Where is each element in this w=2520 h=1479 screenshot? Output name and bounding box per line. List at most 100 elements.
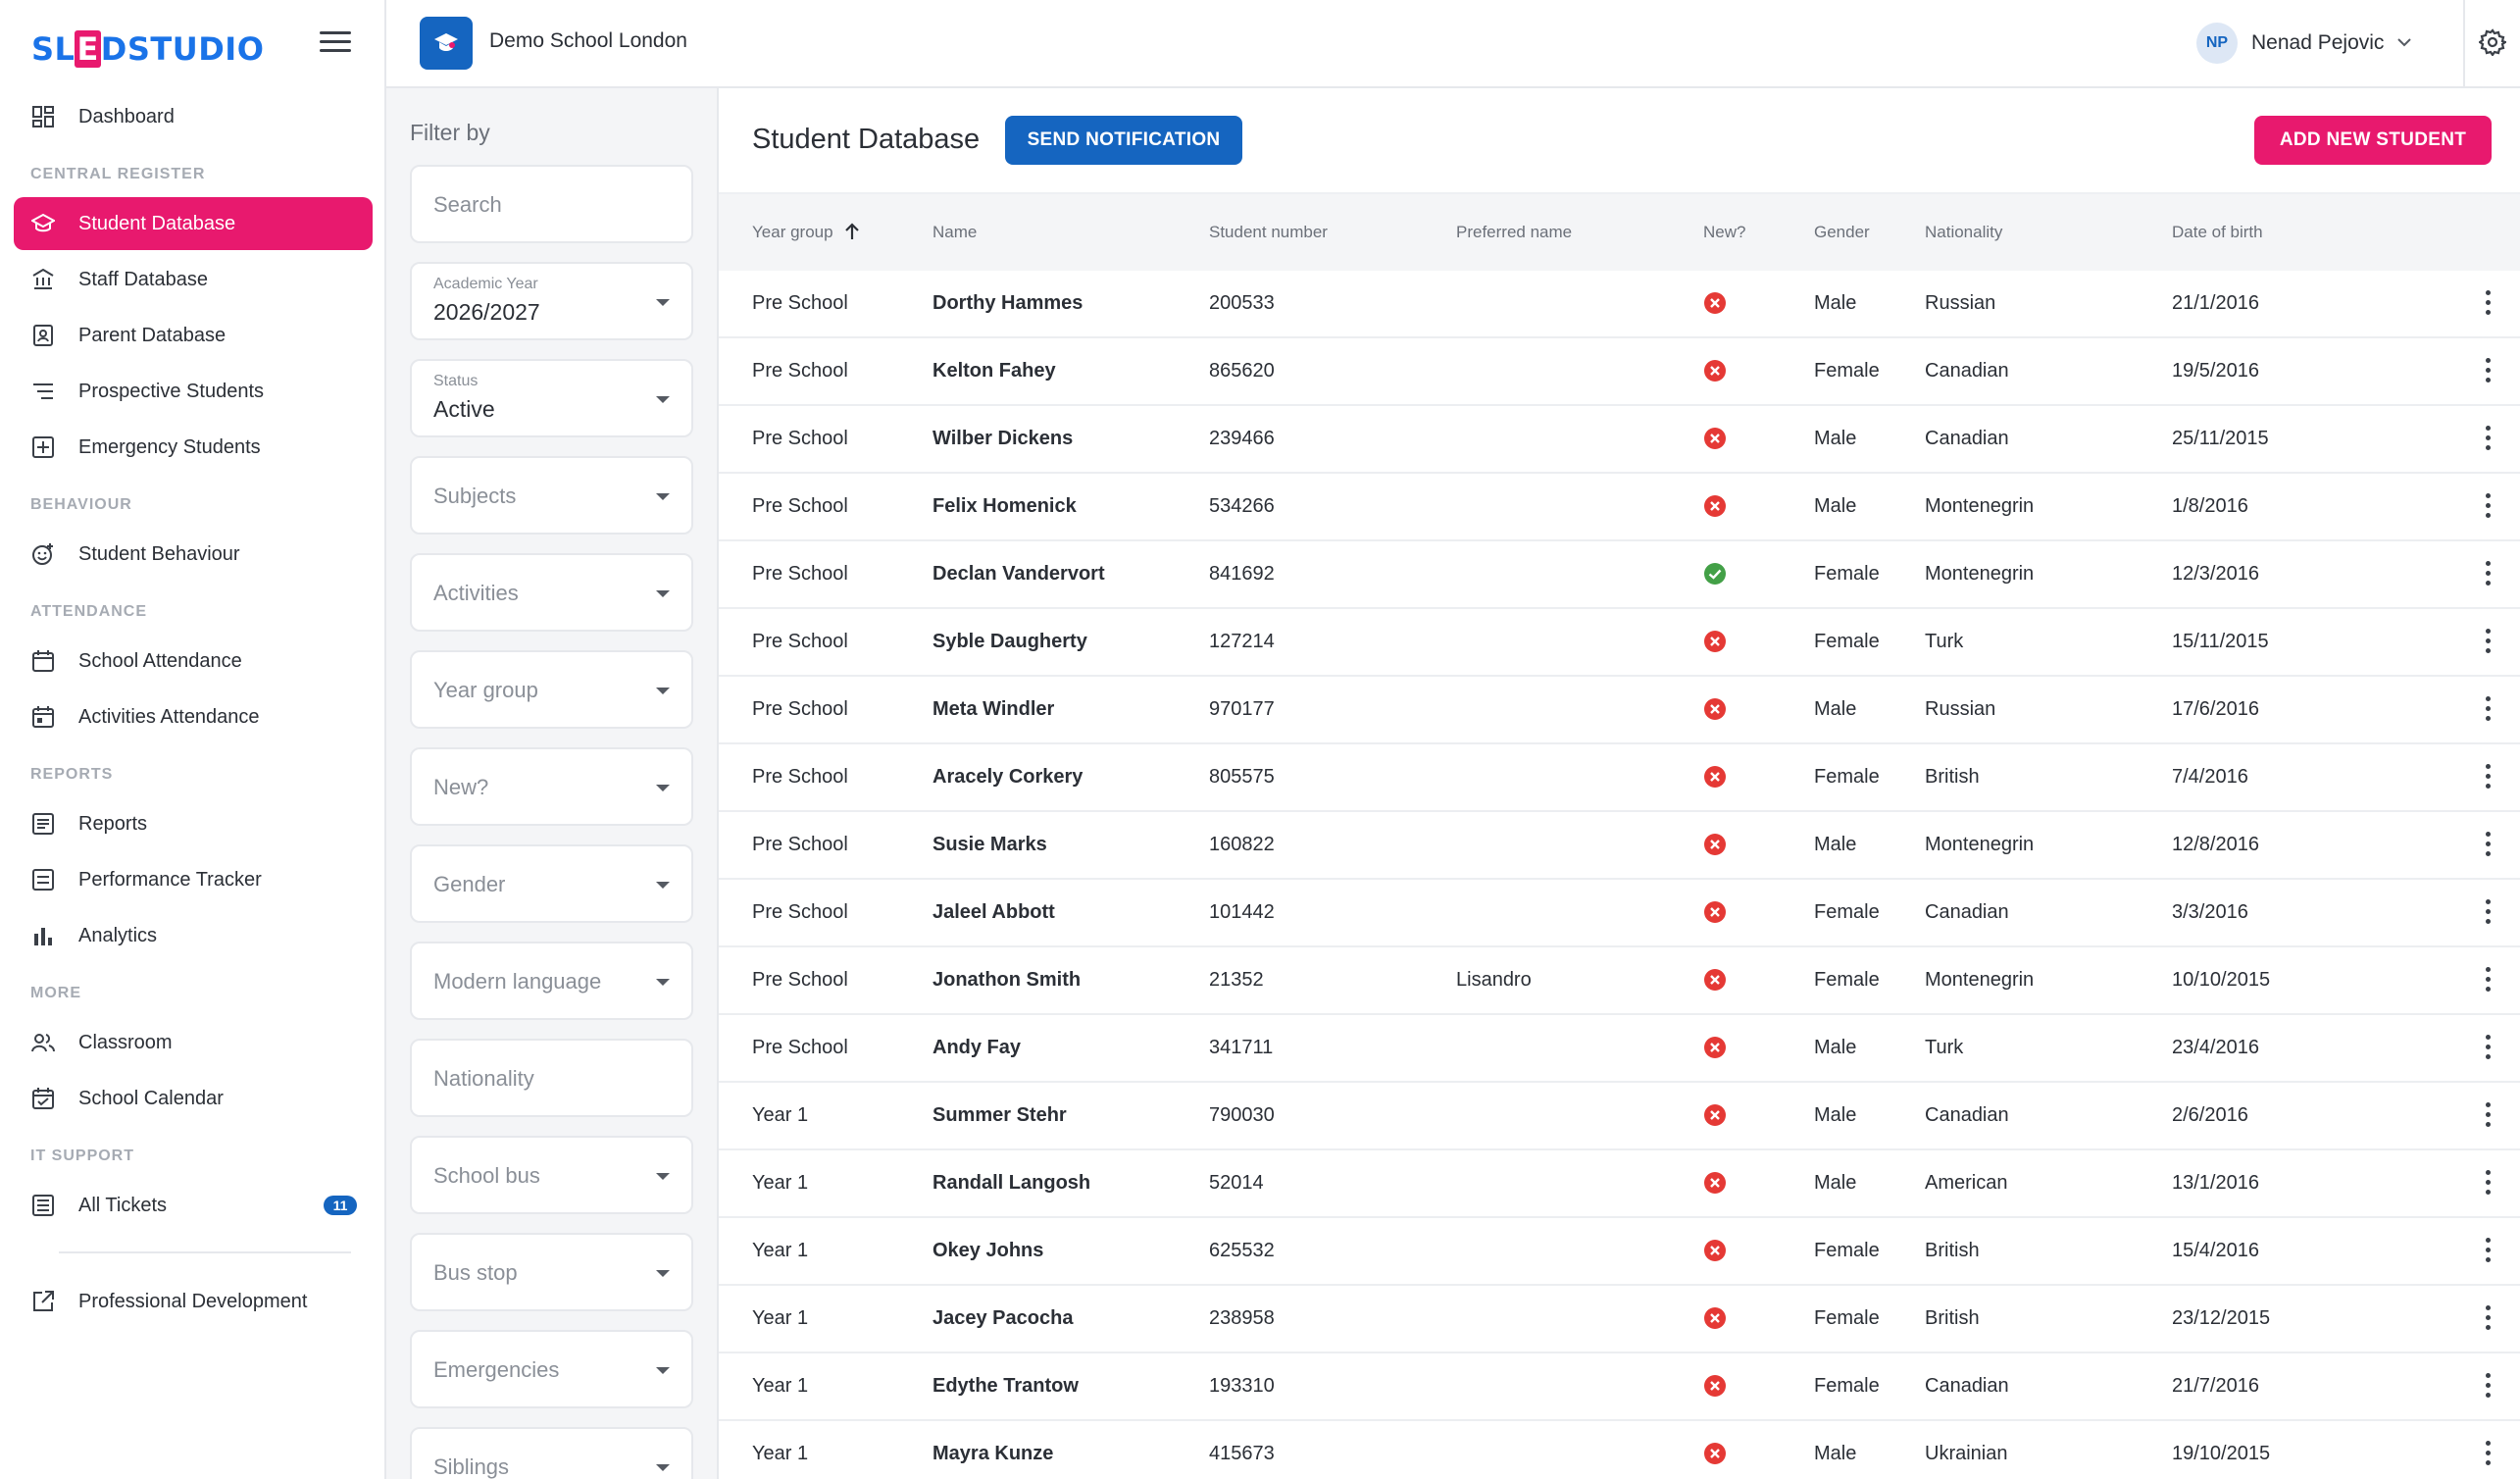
column-header-name[interactable]: Name	[932, 223, 977, 242]
table-row[interactable]: Pre School Kelton Fahey 865620 Female Canadi…	[719, 338, 2520, 406]
sidebar-item-professional-development[interactable]: Professional Development	[14, 1275, 373, 1328]
table-row[interactable]: Pre School Jaleel Abbott 101442 Female Canad…	[719, 880, 2520, 947]
year-group-select[interactable]: Year group	[410, 650, 693, 729]
status-select[interactable]: Status Active	[410, 359, 693, 437]
cell-date-of-birth: 7/4/2016	[2172, 766, 2248, 788]
more-options-icon[interactable]	[2484, 1441, 2492, 1468]
sidebar-item-dashboard[interactable]: Dashboard	[14, 90, 373, 143]
table-row[interactable]: Year 1 Summer Stehr 790030 Male Canadian 2/6/…	[719, 1083, 2520, 1150]
more-options-icon[interactable]	[2484, 629, 2492, 656]
sidebar-item-classroom[interactable]: Classroom	[14, 1016, 373, 1069]
column-header-year-group[interactable]: Year group	[752, 223, 860, 242]
sidebar-item-emergency-students[interactable]: Emergency Students	[14, 421, 373, 474]
cell-name: Syble Daugherty	[932, 631, 1087, 652]
sidebar-item-student-database[interactable]: Student Database	[14, 197, 373, 250]
table-row[interactable]: Year 1 Randall Langosh 52014 Male American 13…	[719, 1150, 2520, 1218]
cell-nationality: Russian	[1925, 292, 1996, 314]
table-row[interactable]: Year 1 Jacey Pacocha 238958 Female British 23…	[719, 1286, 2520, 1353]
column-header-preferred-name[interactable]: Preferred name	[1456, 223, 1572, 242]
cross-circle-icon	[1703, 1442, 1727, 1465]
modern-language-select[interactable]: Modern language	[410, 942, 693, 1020]
sidebar-item-prospective-students[interactable]: Prospective Students	[14, 365, 373, 418]
settings-button[interactable]	[2463, 0, 2520, 88]
table-row[interactable]: Pre School Felix Homenick 534266 Male Monten…	[719, 474, 2520, 541]
more-options-icon[interactable]	[2484, 1238, 2492, 1265]
app-logo[interactable]: SLEDSTUDIO	[31, 29, 264, 69]
table-row[interactable]: Pre School Wilber Dickens 239466 Male Canadi…	[719, 406, 2520, 474]
activities-select[interactable]: Activities	[410, 553, 693, 632]
table-row[interactable]: Pre School Dorthy Hammes 200533 Male Russian…	[719, 271, 2520, 338]
siblings-select[interactable]: Siblings	[410, 1427, 693, 1479]
column-header-new[interactable]: New?	[1703, 223, 1745, 242]
school-name[interactable]: Demo School London	[489, 29, 687, 53]
sidebar-item-student-behaviour[interactable]: Student Behaviour	[14, 528, 373, 581]
more-options-icon[interactable]	[2484, 561, 2492, 588]
table-row[interactable]: Year 1 Edythe Trantow 193310 Female Canadian…	[719, 1353, 2520, 1421]
sidebar-item-all-tickets[interactable]: All Tickets 11	[14, 1179, 373, 1232]
column-header-nationality[interactable]: Nationality	[1925, 223, 2002, 242]
cross-circle-icon	[1703, 359, 1727, 382]
more-options-icon[interactable]	[2484, 967, 2492, 994]
school-bus-select[interactable]: School bus	[410, 1136, 693, 1214]
more-options-icon[interactable]	[2484, 696, 2492, 724]
user-name: Nenad Pejovic	[2251, 31, 2385, 54]
table-row[interactable]: Pre School Susie Marks 160822 Male Montenegr…	[719, 812, 2520, 880]
dropdown-arrow-icon	[656, 785, 670, 791]
more-options-icon[interactable]	[2484, 1170, 2492, 1198]
table-row[interactable]: Pre School Syble Daugherty 127214 Female Tur…	[719, 609, 2520, 677]
menu-toggle-icon[interactable]	[320, 31, 351, 59]
sidebar-item-activities-attendance[interactable]: Activities Attendance	[14, 690, 373, 743]
nationality-input[interactable]: Nationality	[410, 1039, 693, 1117]
dropdown-arrow-icon	[656, 1270, 670, 1277]
table-row[interactable]: Pre School Meta Windler 970177 Male Russian 1…	[719, 677, 2520, 744]
more-options-icon[interactable]	[2484, 426, 2492, 453]
more-options-icon[interactable]	[2484, 358, 2492, 385]
cell-year-group: Pre School	[752, 1037, 848, 1058]
more-options-icon[interactable]	[2484, 1035, 2492, 1062]
dropdown-arrow-icon	[656, 1173, 670, 1180]
sidebar-item-school-calendar[interactable]: School Calendar	[14, 1072, 373, 1125]
more-options-icon[interactable]	[2484, 493, 2492, 521]
cell-gender: Male	[1814, 428, 1857, 449]
search-input[interactable]: Search	[410, 165, 693, 243]
more-options-icon[interactable]	[2484, 832, 2492, 859]
sidebar-item-school-attendance[interactable]: School Attendance	[14, 635, 373, 688]
academic-year-select[interactable]: Academic Year 2026/2027	[410, 262, 693, 340]
subjects-select[interactable]: Subjects	[410, 456, 693, 535]
cell-nationality: Canadian	[1925, 360, 2009, 382]
sidebar-item-label: Professional Development	[78, 1290, 308, 1312]
table-row[interactable]: Pre School Aracely Corkery 805575 Female Bri…	[719, 744, 2520, 812]
column-header-gender[interactable]: Gender	[1814, 223, 1870, 242]
emergencies-select[interactable]: Emergencies	[410, 1330, 693, 1408]
gender-select[interactable]: Gender	[410, 844, 693, 923]
cell-gender: Male	[1814, 698, 1857, 720]
new-select[interactable]: New?	[410, 747, 693, 826]
bus-stop-select[interactable]: Bus stop	[410, 1233, 693, 1311]
more-options-icon[interactable]	[2484, 764, 2492, 791]
more-options-icon[interactable]	[2484, 899, 2492, 927]
cell-year-group: Pre School	[752, 563, 848, 585]
send-notification-button[interactable]: SEND NOTIFICATION	[1005, 116, 1242, 165]
more-options-icon[interactable]	[2484, 1373, 2492, 1401]
sidebar-item-reports[interactable]: Reports	[14, 797, 373, 850]
cell-gender: Male	[1814, 1104, 1857, 1126]
sidebar-item-staff-database[interactable]: Staff Database	[14, 253, 373, 306]
table-row[interactable]: Pre School Andy Fay 341711 Male Turk 23/4/201…	[719, 1015, 2520, 1083]
column-header-date-of-birth[interactable]: Date of birth	[2172, 223, 2263, 242]
more-options-icon[interactable]	[2484, 1102, 2492, 1130]
table-row[interactable]: Year 1 Okey Johns 625532 Female British 15/4/…	[719, 1218, 2520, 1286]
table-row[interactable]: Pre School Jonathon Smith 21352 Lisandro Fem…	[719, 947, 2520, 1015]
sidebar-item-performance-tracker[interactable]: Performance Tracker	[14, 853, 373, 906]
column-header-student-number[interactable]: Student number	[1209, 223, 1328, 242]
cross-circle-icon	[1703, 1171, 1727, 1195]
more-options-icon[interactable]	[2484, 1305, 2492, 1333]
sidebar-item-analytics[interactable]: Analytics	[14, 909, 373, 962]
table-row[interactable]: Pre School Declan Vandervort 841692 Female M…	[719, 541, 2520, 609]
school-logo-icon[interactable]	[420, 17, 473, 70]
sidebar-item-parent-database[interactable]: Parent Database	[14, 309, 373, 362]
more-options-icon[interactable]	[2484, 290, 2492, 318]
add-new-student-button[interactable]: ADD NEW STUDENT	[2254, 116, 2492, 165]
table-row[interactable]: Year 1 Mayra Kunze 415673 Male Ukrainian 19/1…	[719, 1421, 2520, 1479]
user-menu[interactable]: NP Nenad Pejovic	[2196, 22, 2412, 65]
page-title: Student Database	[752, 124, 981, 155]
